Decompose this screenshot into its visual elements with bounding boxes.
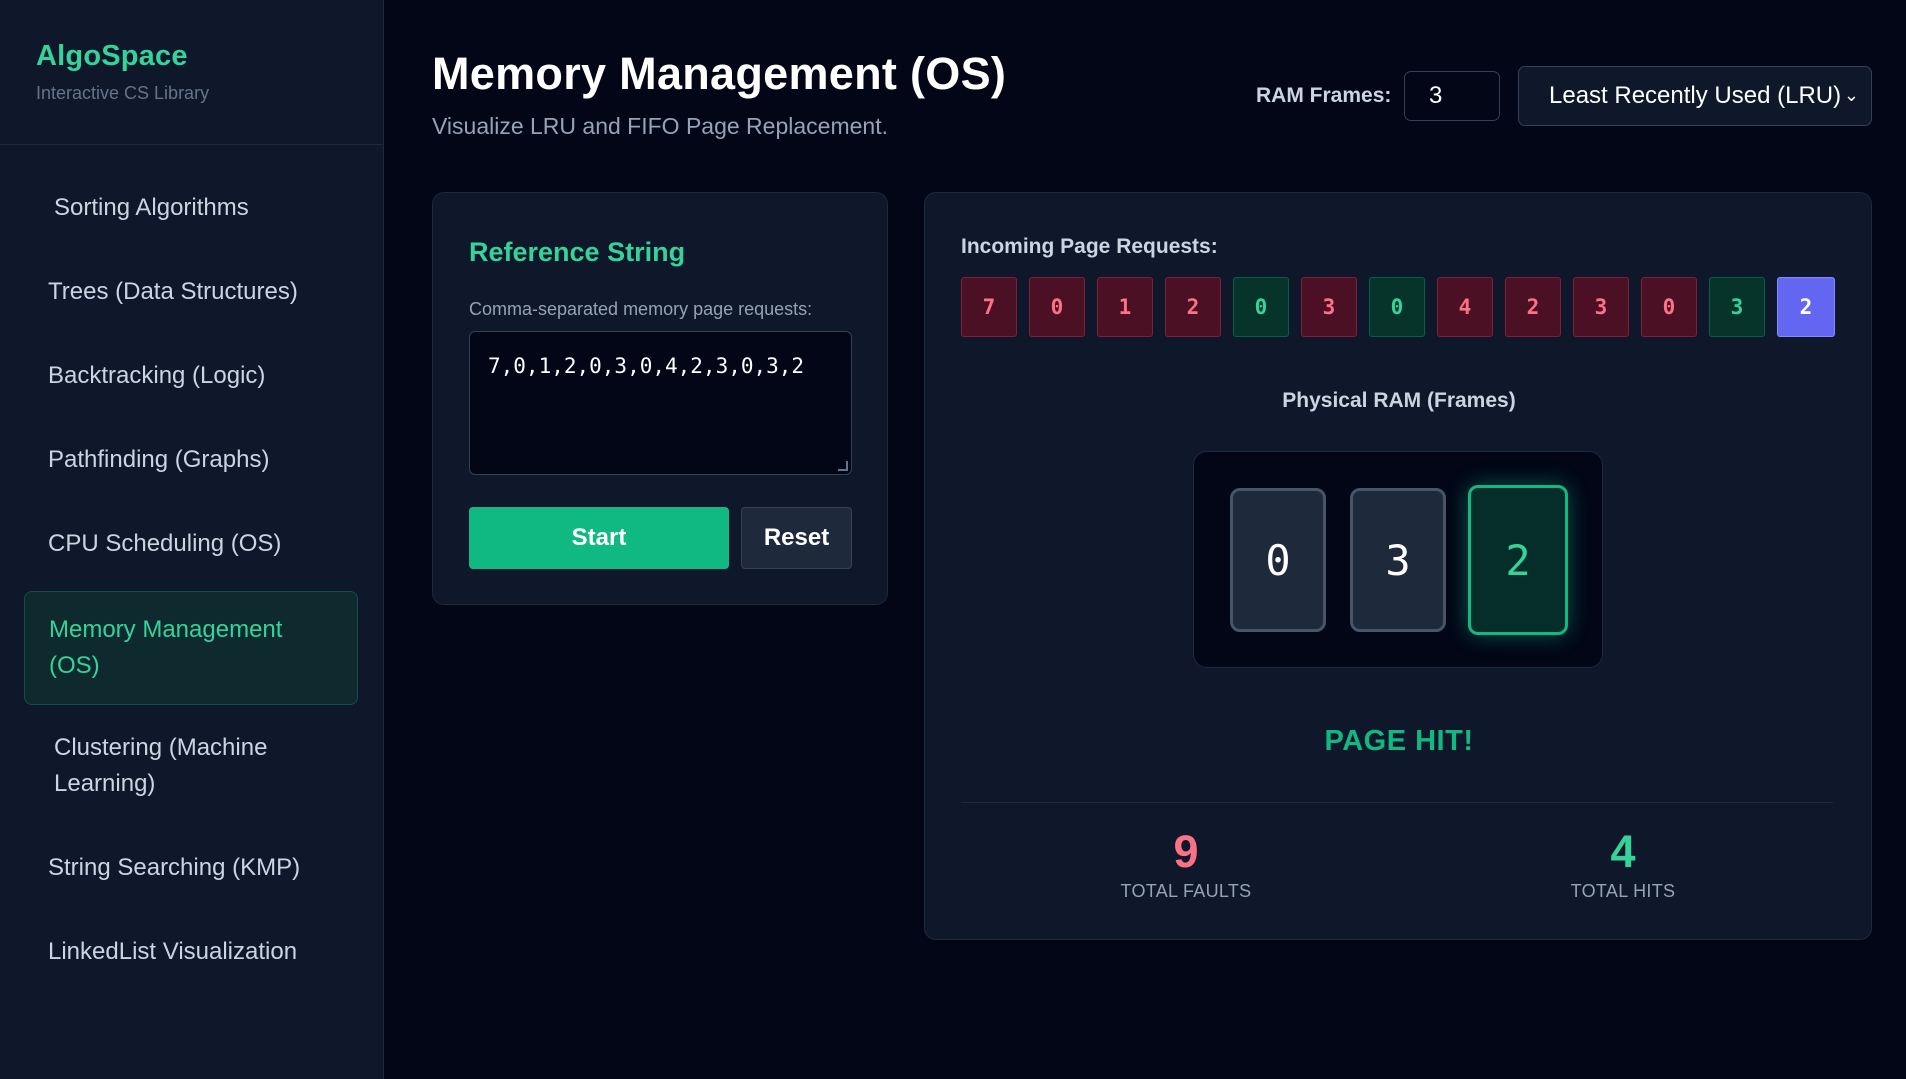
chevron-down-icon: ⌄ xyxy=(1843,85,1859,105)
page-request-12: 2 xyxy=(1777,277,1835,337)
incoming-requests-label: Incoming Page Requests: xyxy=(961,235,1218,258)
page-title: Memory Management (OS) xyxy=(432,48,1007,99)
ram-frames-input[interactable] xyxy=(1404,71,1500,121)
ram-frame-0: 0 xyxy=(1230,488,1326,632)
page-request-6: 0 xyxy=(1369,277,1425,337)
resize-handle-icon[interactable] xyxy=(838,461,848,471)
reference-string-card: Reference String Comma-separated memory … xyxy=(432,192,888,605)
status-message: PAGE HIT! xyxy=(1324,725,1474,757)
sidebar-item-3[interactable]: Pathfinding (Graphs) xyxy=(24,442,358,478)
page-request-4: 0 xyxy=(1233,277,1289,337)
sidebar-item-7[interactable]: String Searching (KMP) xyxy=(24,850,358,886)
page-request-8: 2 xyxy=(1505,277,1561,337)
brand-title[interactable]: AlgoSpace xyxy=(36,40,347,73)
ram-frame-2: 2 xyxy=(1468,485,1568,635)
sidebar-item-1[interactable]: Trees (Data Structures) xyxy=(24,274,358,310)
sidebar-item-6[interactable]: Clustering (Machine Learning) xyxy=(24,730,358,802)
sidebar-item-2[interactable]: Backtracking (Logic) xyxy=(24,358,358,394)
physical-ram-label: Physical RAM (Frames) xyxy=(1282,389,1516,412)
page-request-0: 7 xyxy=(961,277,1017,337)
start-button[interactable]: Start xyxy=(469,507,729,569)
ram-frame-1: 3 xyxy=(1350,488,1446,632)
reset-button[interactable]: Reset xyxy=(741,507,852,569)
page-request-2: 1 xyxy=(1097,277,1153,337)
visualization-card: Incoming Page Requests: 7012030423032 Ph… xyxy=(924,192,1872,940)
page-request-7: 4 xyxy=(1437,277,1493,337)
page-request-3: 2 xyxy=(1165,277,1221,337)
sidebar-item-0[interactable]: Sorting Algorithms xyxy=(24,190,358,226)
total-faults-label: TOTAL FAULTS xyxy=(1120,881,1252,901)
total-faults-value: 9 xyxy=(1173,826,1199,877)
total-faults-stat: 9 TOTAL FAULTS xyxy=(1036,829,1336,902)
brand-subtitle: Interactive CS Library xyxy=(36,83,210,103)
page-request-11: 3 xyxy=(1709,277,1765,337)
brand: AlgoSpace Interactive CS Library xyxy=(0,0,383,145)
algorithm-select-value: Least Recently Used (LRU) xyxy=(1549,82,1842,109)
reference-string-label: Comma-separated memory page requests: xyxy=(469,299,813,319)
total-hits-label: TOTAL HITS xyxy=(1570,881,1676,901)
page-request-9: 3 xyxy=(1573,277,1629,337)
sidebar: AlgoSpace Interactive CS Library Sorting… xyxy=(0,0,384,1079)
page-request-10: 0 xyxy=(1641,277,1697,337)
sidebar-item-5[interactable]: Memory Management (OS) xyxy=(24,591,358,705)
total-hits-stat: 4 TOTAL HITS xyxy=(1473,829,1773,902)
reference-string-input[interactable]: 7,0,1,2,0,3,0,4,2,3,0,3,2 xyxy=(469,331,852,475)
sidebar-item-8[interactable]: LinkedList Visualization xyxy=(24,934,358,970)
sidebar-item-4[interactable]: CPU Scheduling (OS) xyxy=(24,526,358,562)
algorithm-select[interactable]: Least Recently Used (LRU) ⌄ xyxy=(1518,66,1872,126)
total-hits-value: 4 xyxy=(1610,826,1636,877)
page-request-1: 0 xyxy=(1029,277,1085,337)
ram-frames-label: RAM Frames: xyxy=(1256,84,1392,107)
physical-ram-box: 032 xyxy=(1193,451,1603,668)
page-request-5: 3 xyxy=(1301,277,1357,337)
reference-string-title: Reference String xyxy=(469,237,686,267)
page-subtitle: Visualize LRU and FIFO Page Replacement. xyxy=(432,113,888,139)
divider xyxy=(961,802,1833,803)
